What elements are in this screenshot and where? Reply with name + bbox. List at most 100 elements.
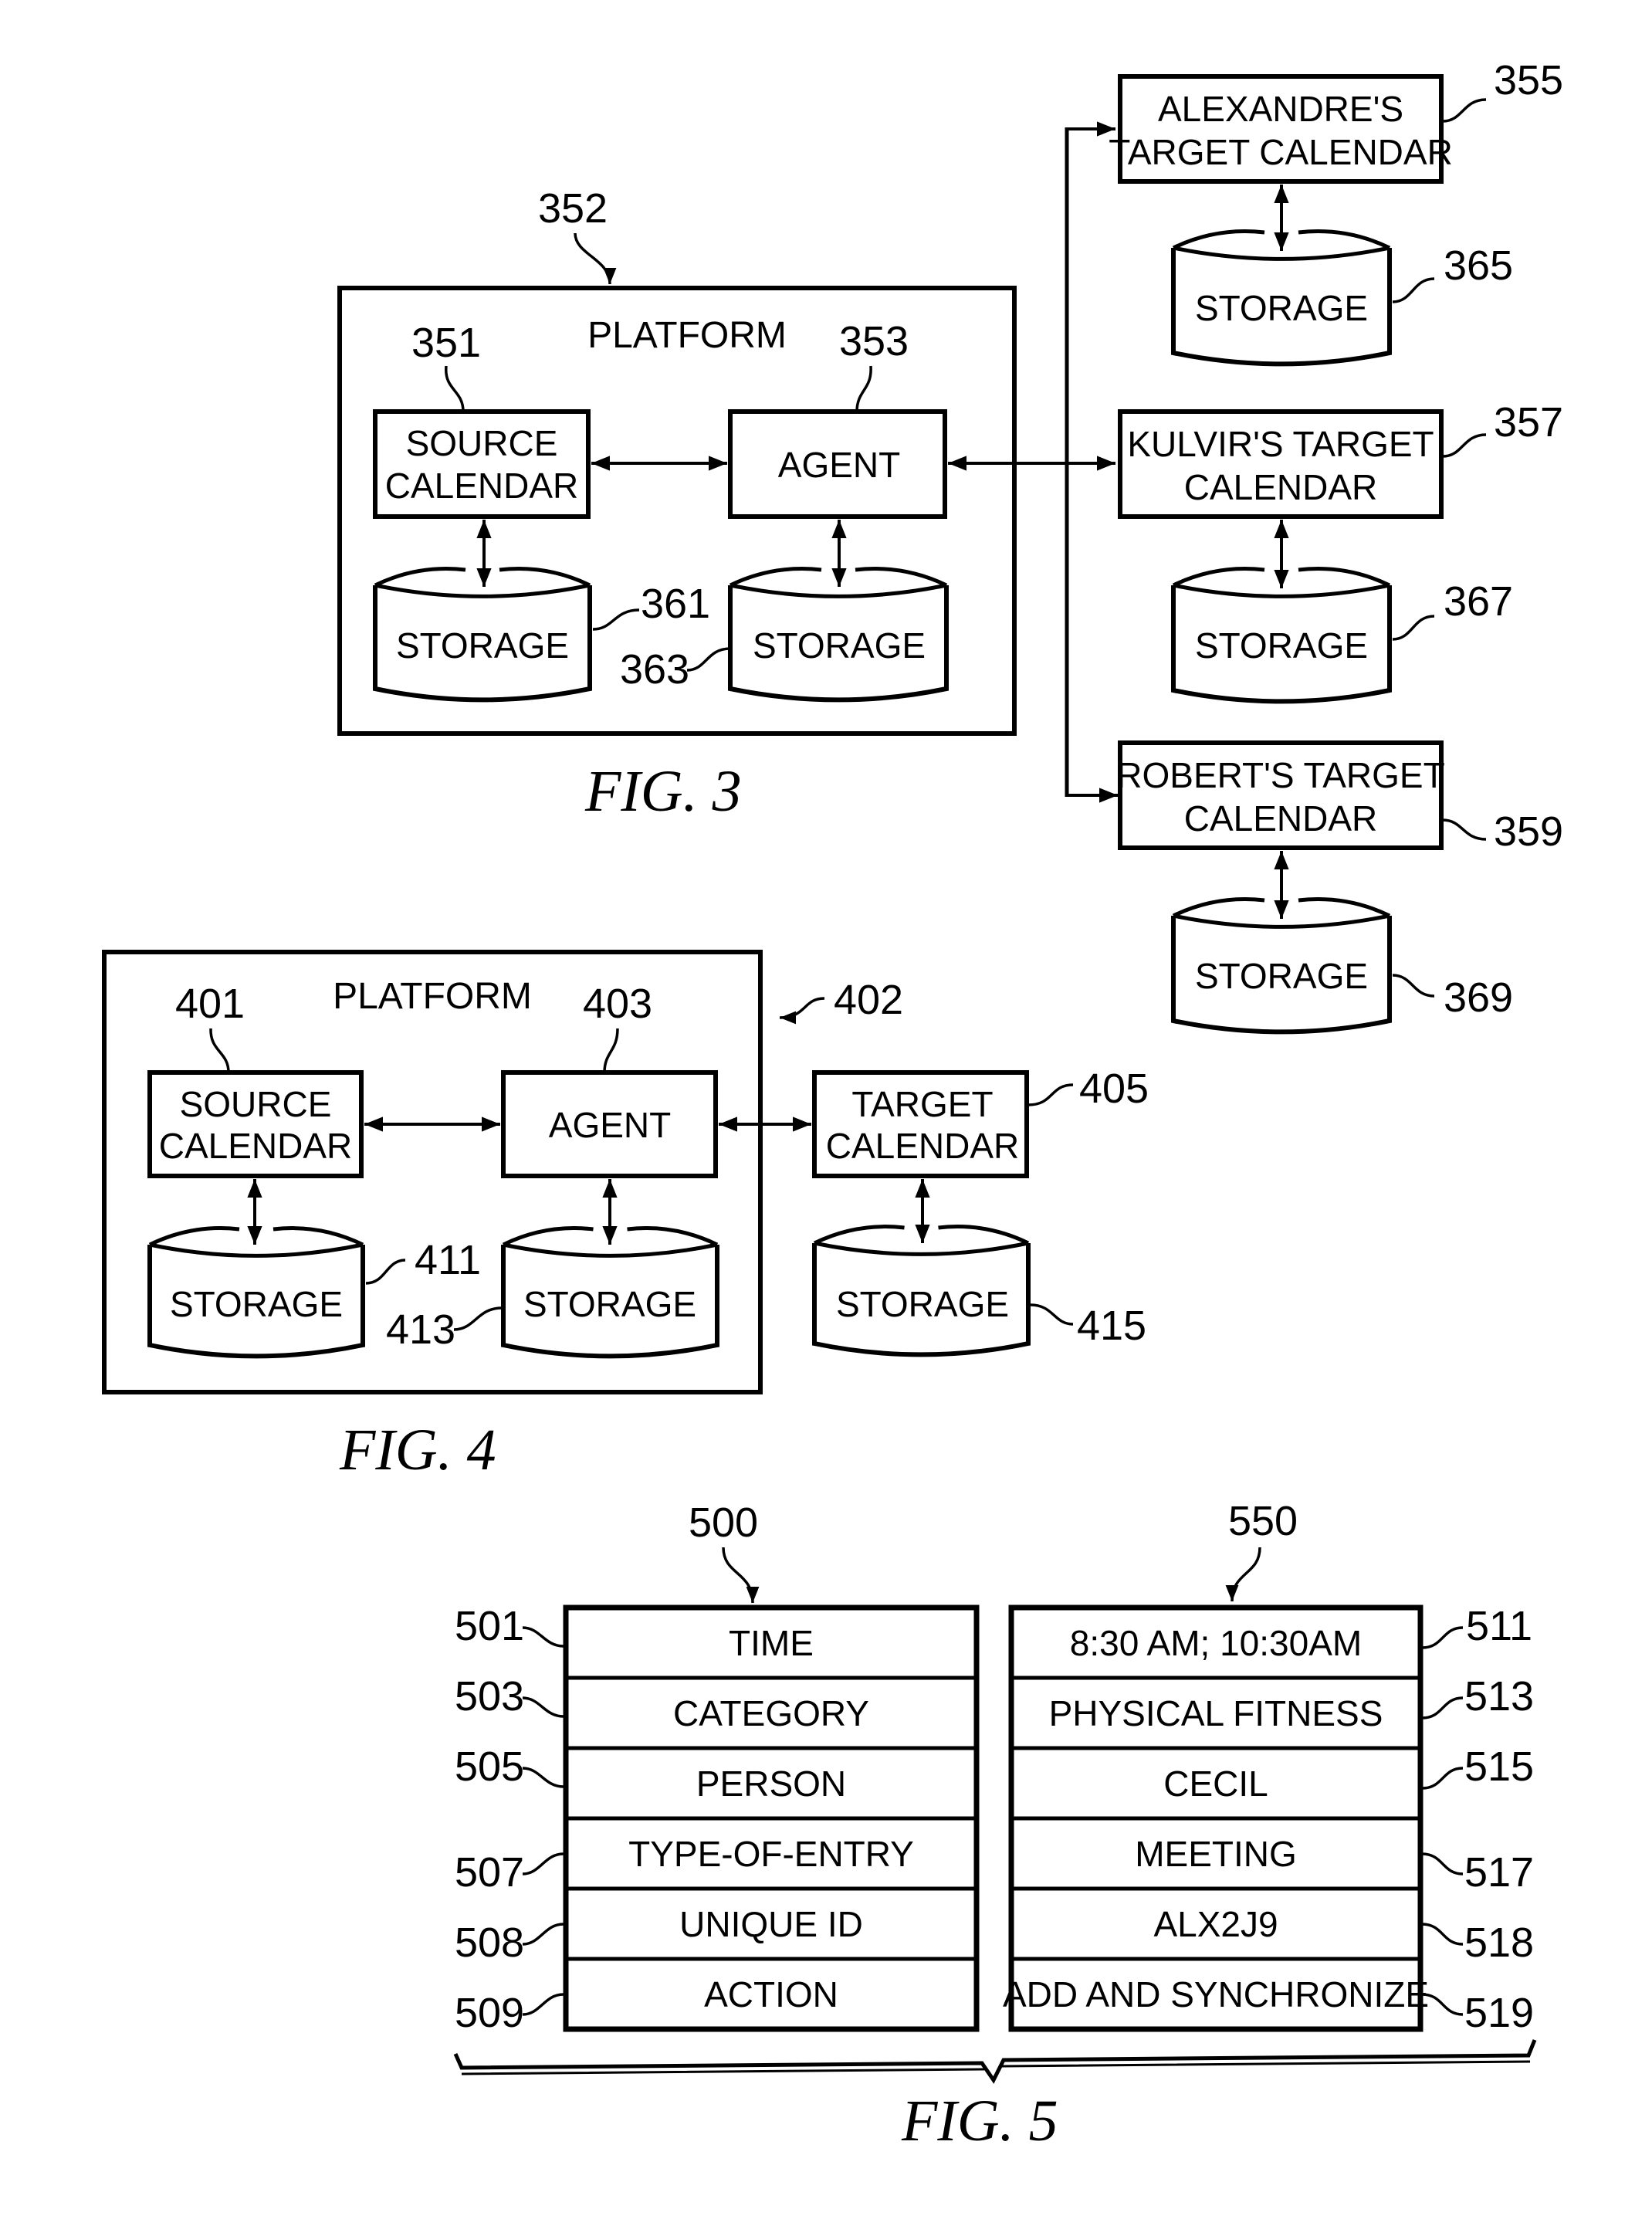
fig3-platform-ref: 352 <box>538 185 608 232</box>
fig3-target-calendar-group: ROBERT'S TARGETCALENDAR 359 STORAGE 369 <box>1116 740 1563 1035</box>
fig4-target-calendar-leader <box>1027 1083 1074 1106</box>
table-row-ref: 511 <box>1466 1603 1532 1649</box>
fig3-target-storage-label: STORAGE <box>1195 288 1368 328</box>
table-row-ref: 509 <box>455 1990 524 2036</box>
fig3-target-calendar-leader <box>1442 818 1487 841</box>
fig4-source-calendar-line2: CALENDAR <box>159 1126 353 1166</box>
fig4-caption: FIG. 4 <box>339 1418 496 1482</box>
fig3-target-storage-ref: 367 <box>1444 578 1513 625</box>
fig3-agent-storage-ref: 363 <box>620 646 689 693</box>
fig3-agent-label: AGENT <box>778 445 900 485</box>
fig3-source-storage-ref: 361 <box>641 581 710 627</box>
fig3-target-calendar-line: CALENDAR <box>1184 798 1378 839</box>
fig3-target-calendar-line: TARGET CALENDAR <box>1109 132 1453 172</box>
fig3-source-calendar-line2: CALENDAR <box>385 466 579 506</box>
fig3-target-calendar-line: CALENDAR <box>1184 467 1378 507</box>
table-row-ref: 513 <box>1464 1673 1534 1720</box>
table-row: TYPE-OF-ENTRY 507 <box>455 1816 979 1896</box>
table-row-ref-leader <box>1421 1852 1464 1875</box>
table-cell-text: PERSON <box>696 1764 846 1804</box>
fig4-source-storage-label: STORAGE <box>170 1284 343 1324</box>
fig3-target-calendar-line: ROBERT'S TARGET <box>1116 755 1444 795</box>
fig3-target-calendar-leader <box>1442 433 1487 458</box>
fig4-target-storage-label: STORAGE <box>836 1284 1009 1324</box>
fig3-platform-leader-arrow <box>574 232 617 285</box>
fig3-target-storage-ref: 365 <box>1444 242 1513 289</box>
table-row: 8:30 AM; 10:30AM 511 <box>1009 1603 1532 1680</box>
fig3-target-calendar-leader <box>1442 98 1487 123</box>
fig3-agent-storage-label: STORAGE <box>753 625 926 666</box>
fig3-caption: FIG. 3 <box>584 759 742 824</box>
table-row-ref-leader <box>522 1993 564 2016</box>
table-row: ALX2J9 518 <box>1009 1886 1534 1966</box>
fig3-source-calendar-ref: 351 <box>411 320 481 366</box>
table-row-ref-leader <box>522 1696 564 1718</box>
table-row-ref-leader <box>522 1852 564 1875</box>
fig3-target-storage-ref: 369 <box>1444 974 1513 1021</box>
figure-5: 500 550 TIME 501 CATEGORY 503 PERSON 505 TYPE-… <box>453 1498 1537 2153</box>
table-row-ref-leader <box>522 1626 564 1648</box>
table-cell-text: UNIQUE ID <box>679 1904 863 1944</box>
fig3-target-calendar-line: KULVIR'S TARGET <box>1127 424 1434 464</box>
fig5-values-table: 8:30 AM; 10:30AM 511 PHYSICAL FITNESS 513 CE… <box>1003 1603 1534 2036</box>
fig5-fields-table: TIME 501 CATEGORY 503 PERSON 505 TYPE-OF-ENTRY… <box>455 1603 980 2036</box>
fig4-target-storage-ref: 415 <box>1077 1303 1146 1349</box>
table-row: ACTION 509 <box>455 1957 979 2036</box>
table-row-ref-leader <box>1421 1923 1464 1946</box>
table-cell-text: ADD AND SYNCHRONIZE <box>1003 1974 1429 2014</box>
fig5-values-table-leader-arrow <box>1225 1547 1261 1602</box>
table-cell-text: ACTION <box>704 1974 838 2014</box>
fig3-target-storage-leader <box>1392 277 1435 303</box>
patent-drawing-sheet: PLATFORM 352 SOURCE CALENDAR 351 AGENT 3… <box>102 57 1563 2153</box>
fig3-target-calendar-ref: 357 <box>1494 399 1563 446</box>
fig3-target-calendar-ref: 359 <box>1494 808 1563 855</box>
table-row: CATEGORY 503 <box>455 1673 979 1750</box>
table-row-ref: 505 <box>455 1743 524 1790</box>
table-row-ref: 508 <box>455 1920 524 1966</box>
figure-4: PLATFORM 402 SOURCE CALENDAR 401 AGENT 4… <box>102 950 1149 1482</box>
fig4-agent-storage-ref: 413 <box>386 1306 455 1353</box>
table-row-ref: 503 <box>455 1673 524 1720</box>
table-row: CECIL 515 <box>1009 1743 1534 1821</box>
table-row: ADD AND SYNCHRONIZE 519 <box>1003 1957 1534 2036</box>
fig3-target-calendar-group: ALEXANDRE'STARGET CALENDAR 355 STORAGE 365 <box>1109 57 1563 367</box>
table-row-ref: 517 <box>1464 1849 1534 1896</box>
fig3-target-calendar-ref: 355 <box>1494 57 1563 103</box>
fig4-agent-label: AGENT <box>549 1105 671 1145</box>
table-row: UNIQUE ID 508 <box>455 1886 979 1966</box>
fig4-target-storage-leader <box>1030 1303 1074 1326</box>
table-row-ref-leader <box>1421 1767 1464 1790</box>
table-cell-text: TIME <box>729 1623 814 1663</box>
table-row-ref: 519 <box>1464 1990 1534 2036</box>
table-row-ref: 501 <box>455 1603 524 1649</box>
table-row-ref: 518 <box>1464 1920 1534 1966</box>
fig3-source-storage-label: STORAGE <box>396 625 569 666</box>
table-row-ref: 507 <box>455 1849 524 1896</box>
table-row: PHYSICAL FITNESS 513 <box>1009 1673 1534 1750</box>
table-cell-text: MEETING <box>1135 1834 1297 1874</box>
figure-3: PLATFORM 352 SOURCE CALENDAR 351 AGENT 3… <box>337 57 1563 1035</box>
fig4-source-calendar-line1: SOURCE <box>180 1084 332 1124</box>
table-row-ref-leader <box>522 1923 564 1946</box>
table-cell-text: CATEGORY <box>673 1693 869 1733</box>
fig4-platform-leader-arrow <box>779 997 825 1025</box>
fig3-target-storage-label: STORAGE <box>1195 956 1368 996</box>
fig4-target-calendar-ref: 405 <box>1079 1066 1149 1112</box>
fig4-agent-storage-label: STORAGE <box>523 1284 696 1324</box>
fig4-target-calendar-line1: TARGET <box>851 1084 993 1124</box>
fig3-target-calendar-line: ALEXANDRE'S <box>1158 89 1403 129</box>
fig4-source-calendar-ref: 401 <box>175 981 245 1027</box>
table-cell-text: ALX2J9 <box>1153 1904 1278 1944</box>
fig4-source-storage-ref: 411 <box>415 1237 481 1283</box>
fig5-fields-table-leader-arrow <box>722 1547 760 1604</box>
fig3-target-calendar-group: KULVIR'S TARGETCALENDAR 357 STORAGE 367 <box>1118 399 1563 704</box>
fig4-platform-ref: 402 <box>834 977 903 1023</box>
table-cell-text: CECIL <box>1163 1764 1268 1804</box>
table-cell-text: TYPE-OF-ENTRY <box>628 1834 914 1874</box>
fig3-agent-ref: 353 <box>839 318 909 364</box>
fig5-brace <box>453 2039 1537 2084</box>
table-row-ref-leader <box>1421 1626 1464 1649</box>
fig3-target-storage-leader <box>1392 974 1435 998</box>
table-row: TIME 501 <box>455 1603 979 1680</box>
fig3-target-calendars: ALEXANDRE'STARGET CALENDAR 355 STORAGE 365 K… <box>1109 57 1563 1035</box>
